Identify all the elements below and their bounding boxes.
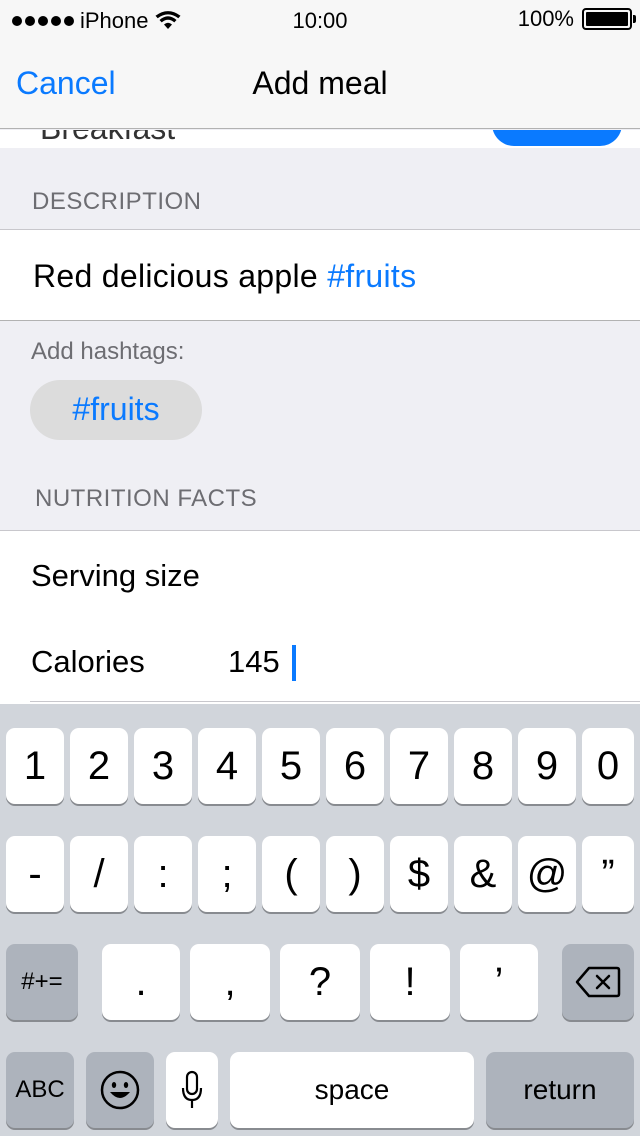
- form-content[interactable]: Breakfast DESCRIPTION Red delicious appl…: [0, 130, 640, 704]
- key-at[interactable]: @: [518, 836, 576, 912]
- key-apostrophe[interactable]: ’: [460, 944, 538, 1020]
- key-comma[interactable]: ,: [190, 944, 270, 1020]
- key-close-paren[interactable]: ): [326, 836, 384, 912]
- key-9[interactable]: 9: [518, 728, 576, 804]
- key-8[interactable]: 8: [454, 728, 512, 804]
- key-period[interactable]: .: [102, 944, 180, 1020]
- description-hashtag: #fruits: [327, 258, 417, 294]
- battery-percentage: 100%: [517, 6, 574, 31]
- key-exclamation[interactable]: !: [370, 944, 450, 1020]
- delete-button[interactable]: [562, 944, 634, 1020]
- key-4[interactable]: 4: [198, 728, 256, 804]
- key-colon[interactable]: :: [134, 836, 192, 912]
- text-cursor: [292, 645, 296, 681]
- emoji-button[interactable]: [86, 1052, 154, 1128]
- return-key[interactable]: return: [486, 1052, 634, 1128]
- meal-type-row: Breakfast: [0, 130, 640, 148]
- calories-input[interactable]: 145: [228, 644, 280, 680]
- page-title: Add meal: [252, 65, 388, 101]
- nutrition-facts-header: NUTRITION FACTS: [35, 485, 258, 512]
- key-7[interactable]: 7: [390, 728, 448, 804]
- key-open-paren[interactable]: (: [262, 836, 320, 912]
- navigation-bar: Cancel Add meal: [0, 40, 640, 129]
- description-text: Red delicious apple #fruits: [33, 258, 416, 295]
- key-abc[interactable]: ABC: [6, 1052, 74, 1128]
- serving-size-label[interactable]: Serving size: [31, 558, 200, 594]
- meal-type-label: Breakfast: [40, 130, 175, 147]
- key-6[interactable]: 6: [326, 728, 384, 804]
- backspace-icon: [575, 966, 621, 998]
- key-question-mark[interactable]: ?: [280, 944, 360, 1020]
- calories-label: Calories: [31, 644, 145, 679]
- key-dollar[interactable]: $: [390, 836, 448, 912]
- key-semicolon[interactable]: ;: [198, 836, 256, 912]
- battery-icon: [582, 8, 636, 30]
- key-2[interactable]: 2: [70, 728, 128, 804]
- key-3[interactable]: 3: [134, 728, 192, 804]
- key-0[interactable]: 0: [582, 728, 634, 804]
- description-header: DESCRIPTION: [32, 188, 202, 215]
- key-1[interactable]: 1: [6, 728, 64, 804]
- numeric-keyboard: 1 2 3 4 5 6 7 8 9 0 - / : ; ( ) $ & @ ” …: [0, 704, 640, 1136]
- key-hyphen[interactable]: -: [6, 836, 64, 912]
- nutrition-facts-section: Serving size Calories 145: [0, 530, 640, 704]
- hashtag-chip[interactable]: #fruits: [30, 380, 202, 440]
- emoji-icon: [100, 1070, 140, 1110]
- key-quote[interactable]: ”: [582, 836, 634, 912]
- add-hashtags-label: Add hashtags:: [31, 338, 185, 365]
- description-field[interactable]: Red delicious apple #fruits: [0, 229, 640, 321]
- status-right: 100%: [517, 6, 636, 32]
- key-ampersand[interactable]: &: [454, 836, 512, 912]
- key-slash[interactable]: /: [70, 836, 128, 912]
- status-bar: iPhone 10:00 100%: [0, 0, 640, 40]
- meal-type-toggle-button[interactable]: [492, 130, 622, 146]
- space-key[interactable]: space: [230, 1052, 474, 1128]
- key-more-symbols[interactable]: #+=: [6, 944, 78, 1020]
- description-plain-text: Red delicious apple: [33, 258, 328, 294]
- row-divider: [30, 701, 640, 702]
- dictation-button[interactable]: [166, 1052, 218, 1128]
- key-5[interactable]: 5: [262, 728, 320, 804]
- microphone-icon: [181, 1070, 203, 1108]
